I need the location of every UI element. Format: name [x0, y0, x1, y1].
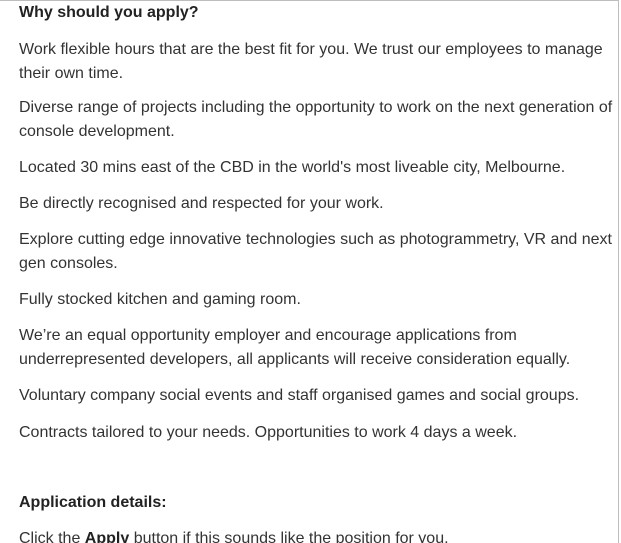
benefit-social-events: Voluntary company social events and staf…	[19, 387, 580, 404]
why-apply-heading: Why should you apply?	[19, 4, 199, 21]
benefit-technologies: Explore cutting edge innovative technolo…	[19, 231, 612, 272]
benefit-equal-opportunity: We’re an equal opportunity employer and …	[19, 327, 571, 368]
application-details-heading: Application details:	[19, 494, 167, 511]
benefit-location: Located 30 mins east of the CBD in the w…	[19, 159, 566, 176]
apply-instruction-suffix: button if this sounds like the position …	[129, 530, 449, 543]
benefit-flexible-hours: Work flexible hours that are the best fi…	[19, 41, 603, 82]
benefit-kitchen: Fully stocked kitchen and gaming room.	[19, 291, 301, 308]
job-description-panel: Why should you apply? Work flexible hour…	[0, 0, 619, 543]
apply-instruction-prefix: Click the	[19, 530, 85, 543]
benefit-diverse-projects: Diverse range of projects including the …	[19, 99, 613, 140]
apply-button-reference: Apply	[84, 530, 130, 543]
benefit-contracts: Contracts tailored to your needs. Opport…	[19, 424, 518, 441]
apply-instruction: Click the Apply button if this sounds li…	[19, 529, 449, 543]
benefit-recognition: Be directly recognised and respected for…	[19, 195, 384, 212]
